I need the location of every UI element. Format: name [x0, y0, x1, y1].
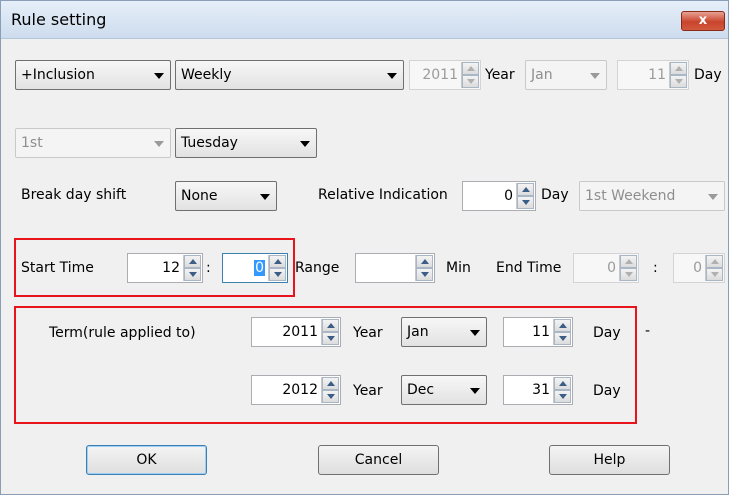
rule-setting-dialog: Rule setting x +Inclusion Weekly 2011 Ye… [0, 0, 729, 495]
chevron-down-icon [590, 73, 600, 79]
window-title: Rule setting [11, 10, 107, 29]
relative-indication-label: Relative Indication [318, 187, 448, 203]
end-time-colon: : [653, 260, 658, 276]
spin-down-icon[interactable] [462, 75, 479, 88]
chevron-down-icon [154, 73, 164, 79]
term-from-year-spinner[interactable]: 2011 [251, 317, 341, 347]
spin-down-icon[interactable] [184, 268, 201, 281]
spin-up-icon[interactable] [184, 255, 201, 268]
spin-up-icon[interactable] [554, 319, 571, 332]
min-label: Min [446, 260, 471, 276]
spin-up-icon[interactable] [670, 62, 687, 75]
spin-up-icon[interactable] [322, 377, 339, 390]
spin-up-icon[interactable] [322, 319, 339, 332]
break-day-shift-select[interactable]: None [175, 181, 277, 211]
weekend-value: 1st Weekend [585, 188, 676, 204]
weekday-value: Tuesday [181, 135, 238, 151]
term-from-day-spinner[interactable]: 11 [503, 317, 573, 347]
year-spinner-value: 2011 [422, 67, 458, 83]
chevron-down-icon [260, 194, 270, 200]
spin-down-icon[interactable] [517, 196, 534, 209]
range-label: Range [295, 260, 340, 276]
start-minute-value: 0 [254, 260, 265, 276]
spin-up-icon[interactable] [462, 62, 479, 75]
term-to-year-label: Year [353, 383, 383, 399]
period-select[interactable]: Weekly [175, 60, 404, 90]
spin-down-icon[interactable] [416, 268, 433, 281]
end-minute-spinner[interactable]: 0 [673, 253, 725, 283]
end-minute-value: 0 [693, 260, 702, 276]
spin-up-icon[interactable] [416, 255, 433, 268]
break-day-shift-value: None [181, 188, 218, 204]
break-day-shift-label: Break day shift [21, 187, 127, 203]
term-from-day-value: 11 [532, 324, 550, 340]
range-spinner[interactable] [355, 253, 435, 283]
term-to-year-value: 2012 [282, 382, 318, 398]
weekday-select[interactable]: Tuesday [175, 128, 317, 158]
end-time-label: End Time [496, 260, 562, 276]
start-time-colon: : [206, 260, 211, 276]
term-to-day-spinner[interactable]: 31 [503, 375, 573, 405]
spin-up-icon[interactable] [517, 183, 534, 196]
end-hour-spinner[interactable]: 0 [573, 253, 639, 283]
term-to-month-value: Dec [407, 382, 435, 398]
rule-type-select[interactable]: +Inclusion [15, 60, 171, 90]
spin-down-icon[interactable] [322, 390, 339, 403]
chevron-down-icon [300, 141, 310, 147]
term-label: Term(rule applied to) [49, 325, 196, 341]
term-dash: - [645, 323, 651, 339]
spin-up-icon[interactable] [620, 255, 637, 268]
spin-down-icon[interactable] [269, 268, 286, 281]
ok-button[interactable]: OK [86, 445, 207, 475]
ordinal-value: 1st [21, 135, 43, 151]
relative-day-label: Day [541, 187, 569, 203]
chevron-down-icon [708, 194, 718, 200]
relative-indication-spinner[interactable]: 0 [462, 181, 536, 211]
chevron-down-icon [470, 388, 480, 394]
close-button[interactable]: x [681, 11, 725, 31]
year-spinner[interactable]: 2011 [409, 60, 481, 90]
spin-down-icon[interactable] [554, 332, 571, 345]
spin-up-icon[interactable] [269, 255, 286, 268]
term-to-month-select[interactable]: Dec [401, 375, 487, 405]
term-from-year-label: Year [353, 325, 383, 341]
rule-type-value: +Inclusion [21, 67, 95, 83]
month-select[interactable]: Jan [525, 60, 607, 90]
relative-indication-value: 0 [504, 188, 513, 204]
spin-down-icon[interactable] [670, 75, 687, 88]
spin-down-icon[interactable] [322, 332, 339, 345]
month-value: Jan [531, 67, 553, 83]
start-time-label: Start Time [21, 260, 94, 276]
term-from-month-select[interactable]: Jan [401, 317, 487, 347]
term-from-year-value: 2011 [282, 324, 318, 340]
term-to-day-label: Day [593, 383, 621, 399]
term-to-year-spinner[interactable]: 2012 [251, 375, 341, 405]
chevron-down-icon [154, 141, 164, 147]
weekend-select[interactable]: 1st Weekend [579, 181, 725, 211]
term-from-day-label: Day [593, 325, 621, 341]
day-spinner[interactable]: 11 [617, 60, 689, 90]
cancel-button[interactable]: Cancel [318, 445, 439, 475]
period-value: Weekly [181, 67, 232, 83]
ordinal-select[interactable]: 1st [15, 128, 171, 158]
spin-up-icon[interactable] [706, 255, 723, 268]
term-from-month-value: Jan [407, 324, 429, 340]
day-spinner-value: 11 [648, 67, 666, 83]
spin-down-icon[interactable] [620, 268, 637, 281]
start-hour-value: 12 [162, 260, 180, 276]
end-hour-value: 0 [607, 260, 616, 276]
day-label: Day [694, 67, 722, 83]
spin-up-icon[interactable] [554, 377, 571, 390]
start-minute-spinner[interactable]: 0 [222, 253, 288, 283]
year-label: Year [485, 67, 515, 83]
term-to-day-value: 31 [532, 382, 550, 398]
spin-down-icon[interactable] [554, 390, 571, 403]
chevron-down-icon [470, 330, 480, 336]
title-bar: Rule setting x [1, 1, 728, 39]
help-button[interactable]: Help [549, 445, 670, 475]
spin-down-icon[interactable] [706, 268, 723, 281]
start-hour-spinner[interactable]: 12 [127, 253, 203, 283]
chevron-down-icon [387, 73, 397, 79]
